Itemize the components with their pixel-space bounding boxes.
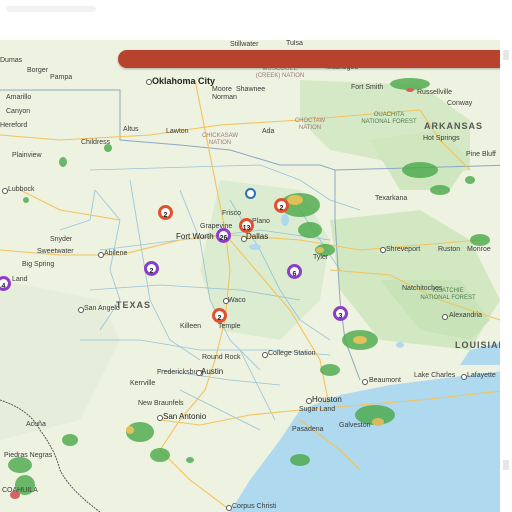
region-coahuila: COAHUILA [2,487,38,494]
alert-cluster-marker[interactable]: 2 [274,198,289,213]
state-label-texas: TEXAS [116,300,152,310]
city-tyler: Tyler [313,254,329,261]
label-creek: MUSCOGEE (CREEK) NATION [255,66,305,79]
city-natchitoches: Natchitoches [402,285,443,292]
city-dot-abilene [98,252,104,258]
browser-top-bar [0,0,512,40]
city-snyder: Snyder [50,236,73,243]
city-lake-charles: Lake Charles [414,372,456,379]
city-ada: Ada [262,128,275,135]
city-fort-worth: Fort Worth [176,232,214,241]
map-canvas[interactable] [0,40,512,512]
city-austin: Austin [201,367,224,376]
city-big-spring: Big Spring [22,261,55,268]
city-round-rock: Round Rock [202,354,241,361]
city-dallas: Dallas [246,232,269,241]
alert-cluster-marker[interactable]: 13 [239,218,254,233]
city-abilene: Abilene [104,250,128,257]
city-dot-dallas [241,236,247,242]
city-dot-austin [196,370,202,376]
city-lawton: Lawton [166,128,189,135]
state-label-arkansas: ARKANSAS [424,121,484,131]
city-conway: Conway [447,100,473,107]
city-dot-college-station [262,352,268,358]
location-ring-marker[interactable] [245,188,256,199]
city-waco: Waco [228,297,246,304]
right-strip-marker [503,50,509,60]
alert-cluster-marker[interactable]: 2 [144,261,159,276]
city-childress: Childress [81,139,111,146]
city-kerrville: Kerrville [130,380,156,387]
alert-cluster-marker[interactable]: 2 [212,308,227,323]
city-acuna: Acuña [26,421,46,428]
alert-cluster-marker[interactable]: 2 [158,205,173,220]
label-choctaw: CHOCTAW NATION [294,118,326,131]
city-monroe: Monroe [467,246,491,253]
city-okc: Oklahoma City [152,76,216,86]
city-beaumont: Beaumont [369,377,401,384]
city-corpus-christi: Corpus Christi [232,503,277,510]
city-tulsa: Tulsa [286,40,303,47]
city-amarillo: Amarillo [6,94,32,101]
city-shreveport: Shreveport [386,246,421,253]
city-lubbock: Lubbock [8,186,35,193]
city-altus: Altus [123,126,139,133]
city-moore: Moore [212,86,232,93]
city-ruston: Ruston [438,246,461,253]
label-ouachita: Ouachita National Forest [361,112,417,125]
alert-cluster-marker[interactable]: 3 [333,306,348,321]
city-dot-corpus-christi [226,505,232,511]
top-bar-placeholder [6,6,96,12]
city-dot-houston [306,398,312,404]
city-alexandria: Alexandria [449,312,483,319]
city-plainview: Plainview [12,152,42,159]
city-shawnee: Shawnee [236,86,266,93]
city-dot-lubbock [2,188,8,194]
city-pine-bluff: Pine Bluff [466,151,496,158]
city-dumas: Dumas [0,57,23,64]
city-fort-smith: Fort Smith [351,84,384,91]
city-hereford: Hereford [0,122,28,129]
city-dot-okc [146,79,152,85]
city-sweetwater: Sweetwater [37,248,74,255]
city-dot-beaumont [362,379,368,385]
city-borger: Borger [27,67,49,74]
right-side-strip [500,40,512,512]
city-canyon: Canyon [6,108,31,115]
alert-cluster-marker[interactable]: 6 [287,264,302,279]
city-sugar-land: Sugar Land [299,406,336,413]
city-san-angelo: San Angelo [84,305,120,312]
city-dot-san-angelo [78,307,84,313]
city-dot-shreveport [380,247,386,253]
city-lafayette: Lafayette [467,372,496,379]
city-killeen: Killeen [180,323,202,330]
city-pampa: Pampa [50,74,73,81]
label-chickasaw: CHICKASAW NATION [201,133,239,146]
city-plano: Plano [252,218,270,225]
city-temple: Temple [218,323,241,330]
city-land: Land [12,276,28,283]
city-dot-waco [223,298,229,304]
city-frisco: Frisco [222,210,242,217]
city-dot-alexandria [442,314,448,320]
city-pasadena: Pasadena [292,426,324,433]
city-galveston: Galveston [339,422,371,429]
city-houston: Houston [312,395,342,404]
city-new-braunfels: New Braunfels [138,400,184,407]
city-college-station: College Station [268,350,316,357]
alert-banner[interactable] [118,50,510,68]
city-hot-springs: Hot Springs [423,135,460,142]
city-dot-lafayette [461,374,467,380]
weather-map[interactable]: TEXAS ARKANSAS LOUISIANA CHICKASAW NATIO… [0,40,512,512]
city-norman: Norman [212,94,237,101]
city-piedras-negras: Piedras Negras [4,452,53,459]
city-dot-san-antonio [157,415,163,421]
alert-cluster-marker[interactable]: 26 [216,228,231,243]
city-texarkana: Texarkana [375,195,408,202]
city-san-antonio: San Antonio [163,412,207,421]
right-strip-marker [503,460,509,470]
city-stillwater: Stillwater [230,41,259,48]
city-russellville: Russellville [417,89,453,96]
